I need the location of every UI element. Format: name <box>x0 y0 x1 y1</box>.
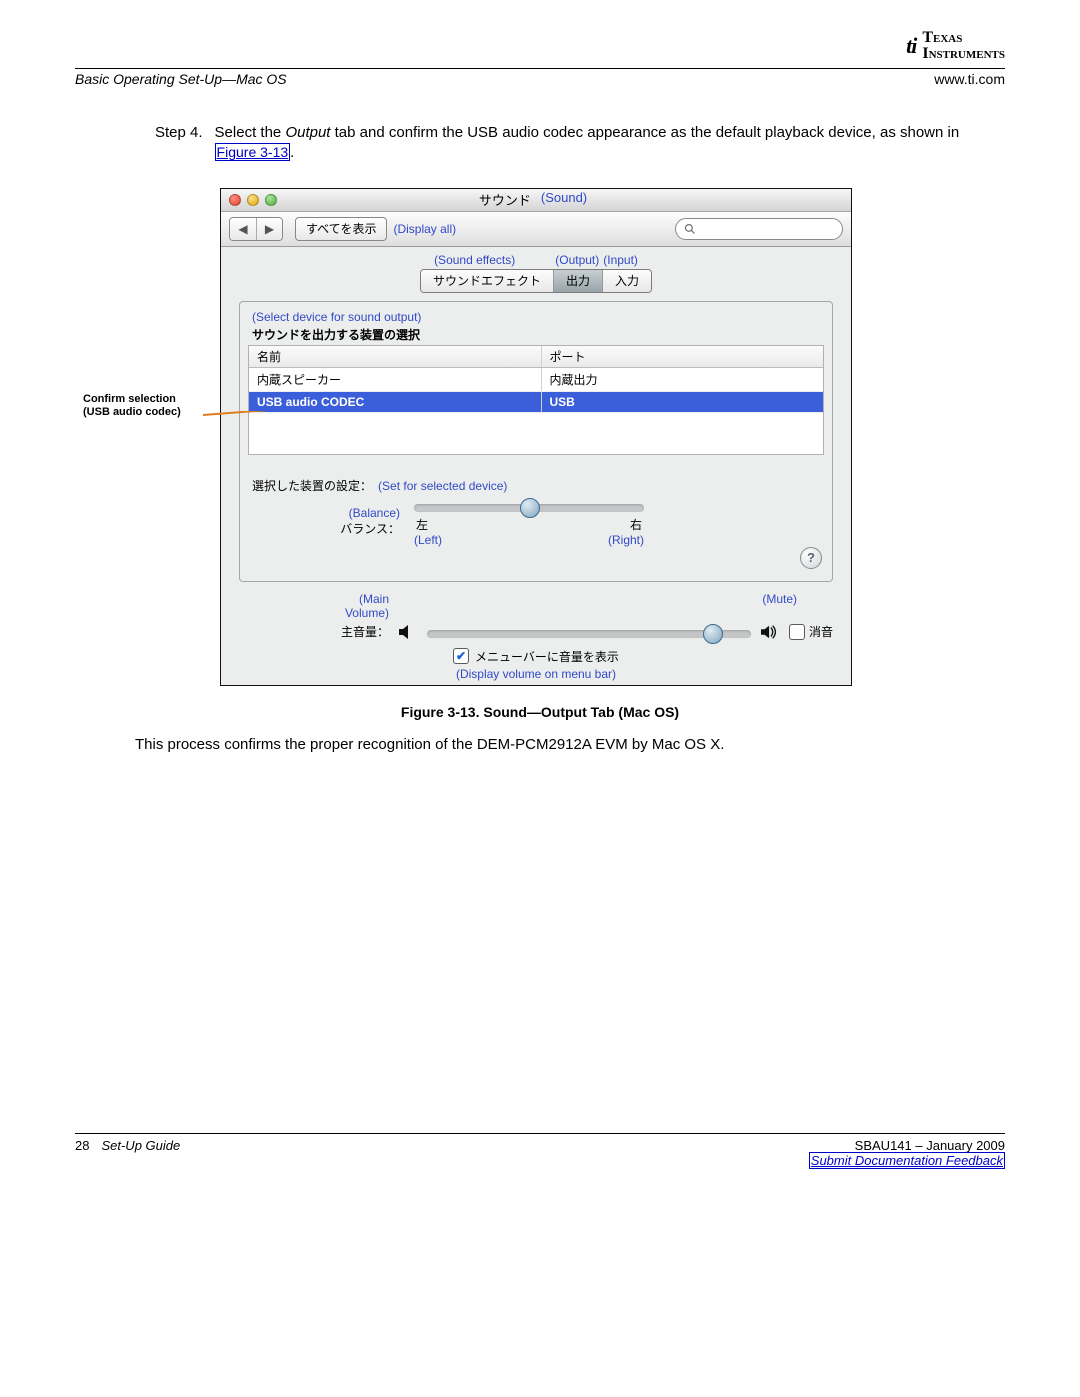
ti-mark: ti <box>906 33 916 59</box>
close-icon[interactable] <box>229 194 241 206</box>
table-row[interactable]: USB audio CODEC USB <box>249 392 823 413</box>
main-volume-jp: 主音量： <box>341 625 389 639</box>
tab-annot-sound-effects: (Sound effects) <box>434 253 515 267</box>
window-title-en: (Sound) <box>541 190 587 209</box>
back-button[interactable]: ◀ <box>230 218 256 240</box>
step-label: Step 4. <box>155 123 203 164</box>
balance-slider[interactable] <box>414 504 644 512</box>
slider-thumb[interactable] <box>703 624 723 644</box>
titlebar: サウンド (Sound) <box>221 189 851 212</box>
menubar-jp: メニューバーに音量を表示 <box>475 648 619 665</box>
figure-caption: Figure 3-13. Sound—Output Tab (Mac OS) <box>75 704 1005 720</box>
device-table[interactable]: 名前 ポート 内蔵スピーカー 内蔵出力 USB audio CODEC USB <box>248 345 824 455</box>
balance-right-en: (Right) <box>608 533 644 547</box>
balance-en: (Balance) <box>280 506 400 520</box>
arrow-icon <box>203 411 323 429</box>
show-all-button[interactable]: すべてを表示 <box>295 217 387 241</box>
guide-title: Set-Up Guide <box>101 1138 180 1168</box>
mute-annot: (Mute) <box>762 592 797 620</box>
volume-high-icon <box>761 624 779 640</box>
brand-line2: Instruments <box>922 46 1005 62</box>
search-icon <box>684 223 696 235</box>
nav-back-forward[interactable]: ◀ ▶ <box>229 217 283 241</box>
select-device-en: (Select device for sound output) <box>252 310 832 324</box>
step-body: Select the Output tab and confirm the US… <box>215 123 1005 164</box>
figure-link[interactable]: Figure 3-13 <box>215 143 291 161</box>
help-button[interactable]: ? <box>800 547 822 569</box>
confirm-note-line1: Confirm selection <box>83 393 220 406</box>
section-title: Basic Operating Set-Up—Mac OS <box>75 71 287 87</box>
forward-button[interactable]: ▶ <box>256 218 282 240</box>
main-volume-annot1: (Main <box>239 592 389 606</box>
tab-input[interactable]: 入力 <box>603 270 651 292</box>
zoom-icon[interactable] <box>265 194 277 206</box>
slider-thumb[interactable] <box>520 498 540 518</box>
page-number: 28 <box>75 1138 89 1168</box>
footer-rule <box>75 1133 1005 1134</box>
set-for-en: (Set for selected device) <box>378 479 507 493</box>
volume-low-icon <box>399 625 417 639</box>
balance-jp: バランス： <box>280 520 400 537</box>
window-title-jp: サウンド <box>479 190 531 209</box>
table-row[interactable]: 内蔵スピーカー 内蔵出力 <box>249 368 823 392</box>
conclusion-text: This process confirms the proper recogni… <box>135 736 1005 753</box>
col-name: 名前 <box>249 346 542 367</box>
main-volume-annot2: Volume) <box>239 606 389 620</box>
tab-sound-effects[interactable]: サウンドエフェクト <box>421 270 554 292</box>
balance-right-jp: 右 <box>630 516 642 533</box>
confirm-note-line2: (USB audio codec) <box>83 406 220 419</box>
ti-logo: ti Texas Instruments <box>75 30 1005 62</box>
menubar-en: (Display volume on menu bar) <box>239 667 833 681</box>
feedback-link[interactable]: Submit Documentation Feedback <box>809 1152 1005 1169</box>
mute-checkbox[interactable] <box>789 624 805 640</box>
output-emphasis: Output <box>285 124 330 141</box>
search-input[interactable] <box>675 218 843 240</box>
balance-left-en: (Left) <box>414 533 442 547</box>
set-for-jp: 選択した装置の設定： <box>252 479 372 493</box>
doc-id: SBAU141 – January 2009 <box>809 1138 1005 1153</box>
minimize-icon[interactable] <box>247 194 259 206</box>
site-url: www.ti.com <box>934 71 1005 87</box>
balance-left-jp: 左 <box>416 516 428 533</box>
show-all-annotation: (Display all) <box>393 222 456 236</box>
brand-line1: Texas <box>922 30 1005 46</box>
tab-annot-output: (Output) <box>555 253 599 267</box>
tab-annot-input: (Input) <box>603 253 638 267</box>
mac-sound-panel: サウンド (Sound) ◀ ▶ すべてを表示 (Display all) <box>220 188 852 686</box>
output-panel: (Select device for sound output) サウンドを出力… <box>239 301 833 582</box>
select-device-jp: サウンドを出力する装置の選択 <box>252 326 832 343</box>
volume-slider[interactable] <box>427 630 751 638</box>
menubar-checkbox[interactable] <box>453 648 469 664</box>
tab-output[interactable]: 出力 <box>554 270 603 292</box>
col-port: ポート <box>542 346 823 367</box>
mute-jp: 消音 <box>809 623 833 640</box>
header-rule <box>75 68 1005 69</box>
tab-group: サウンドエフェクト 出力 入力 <box>420 269 652 293</box>
toolbar: ◀ ▶ すべてを表示 (Display all) <box>221 212 851 247</box>
